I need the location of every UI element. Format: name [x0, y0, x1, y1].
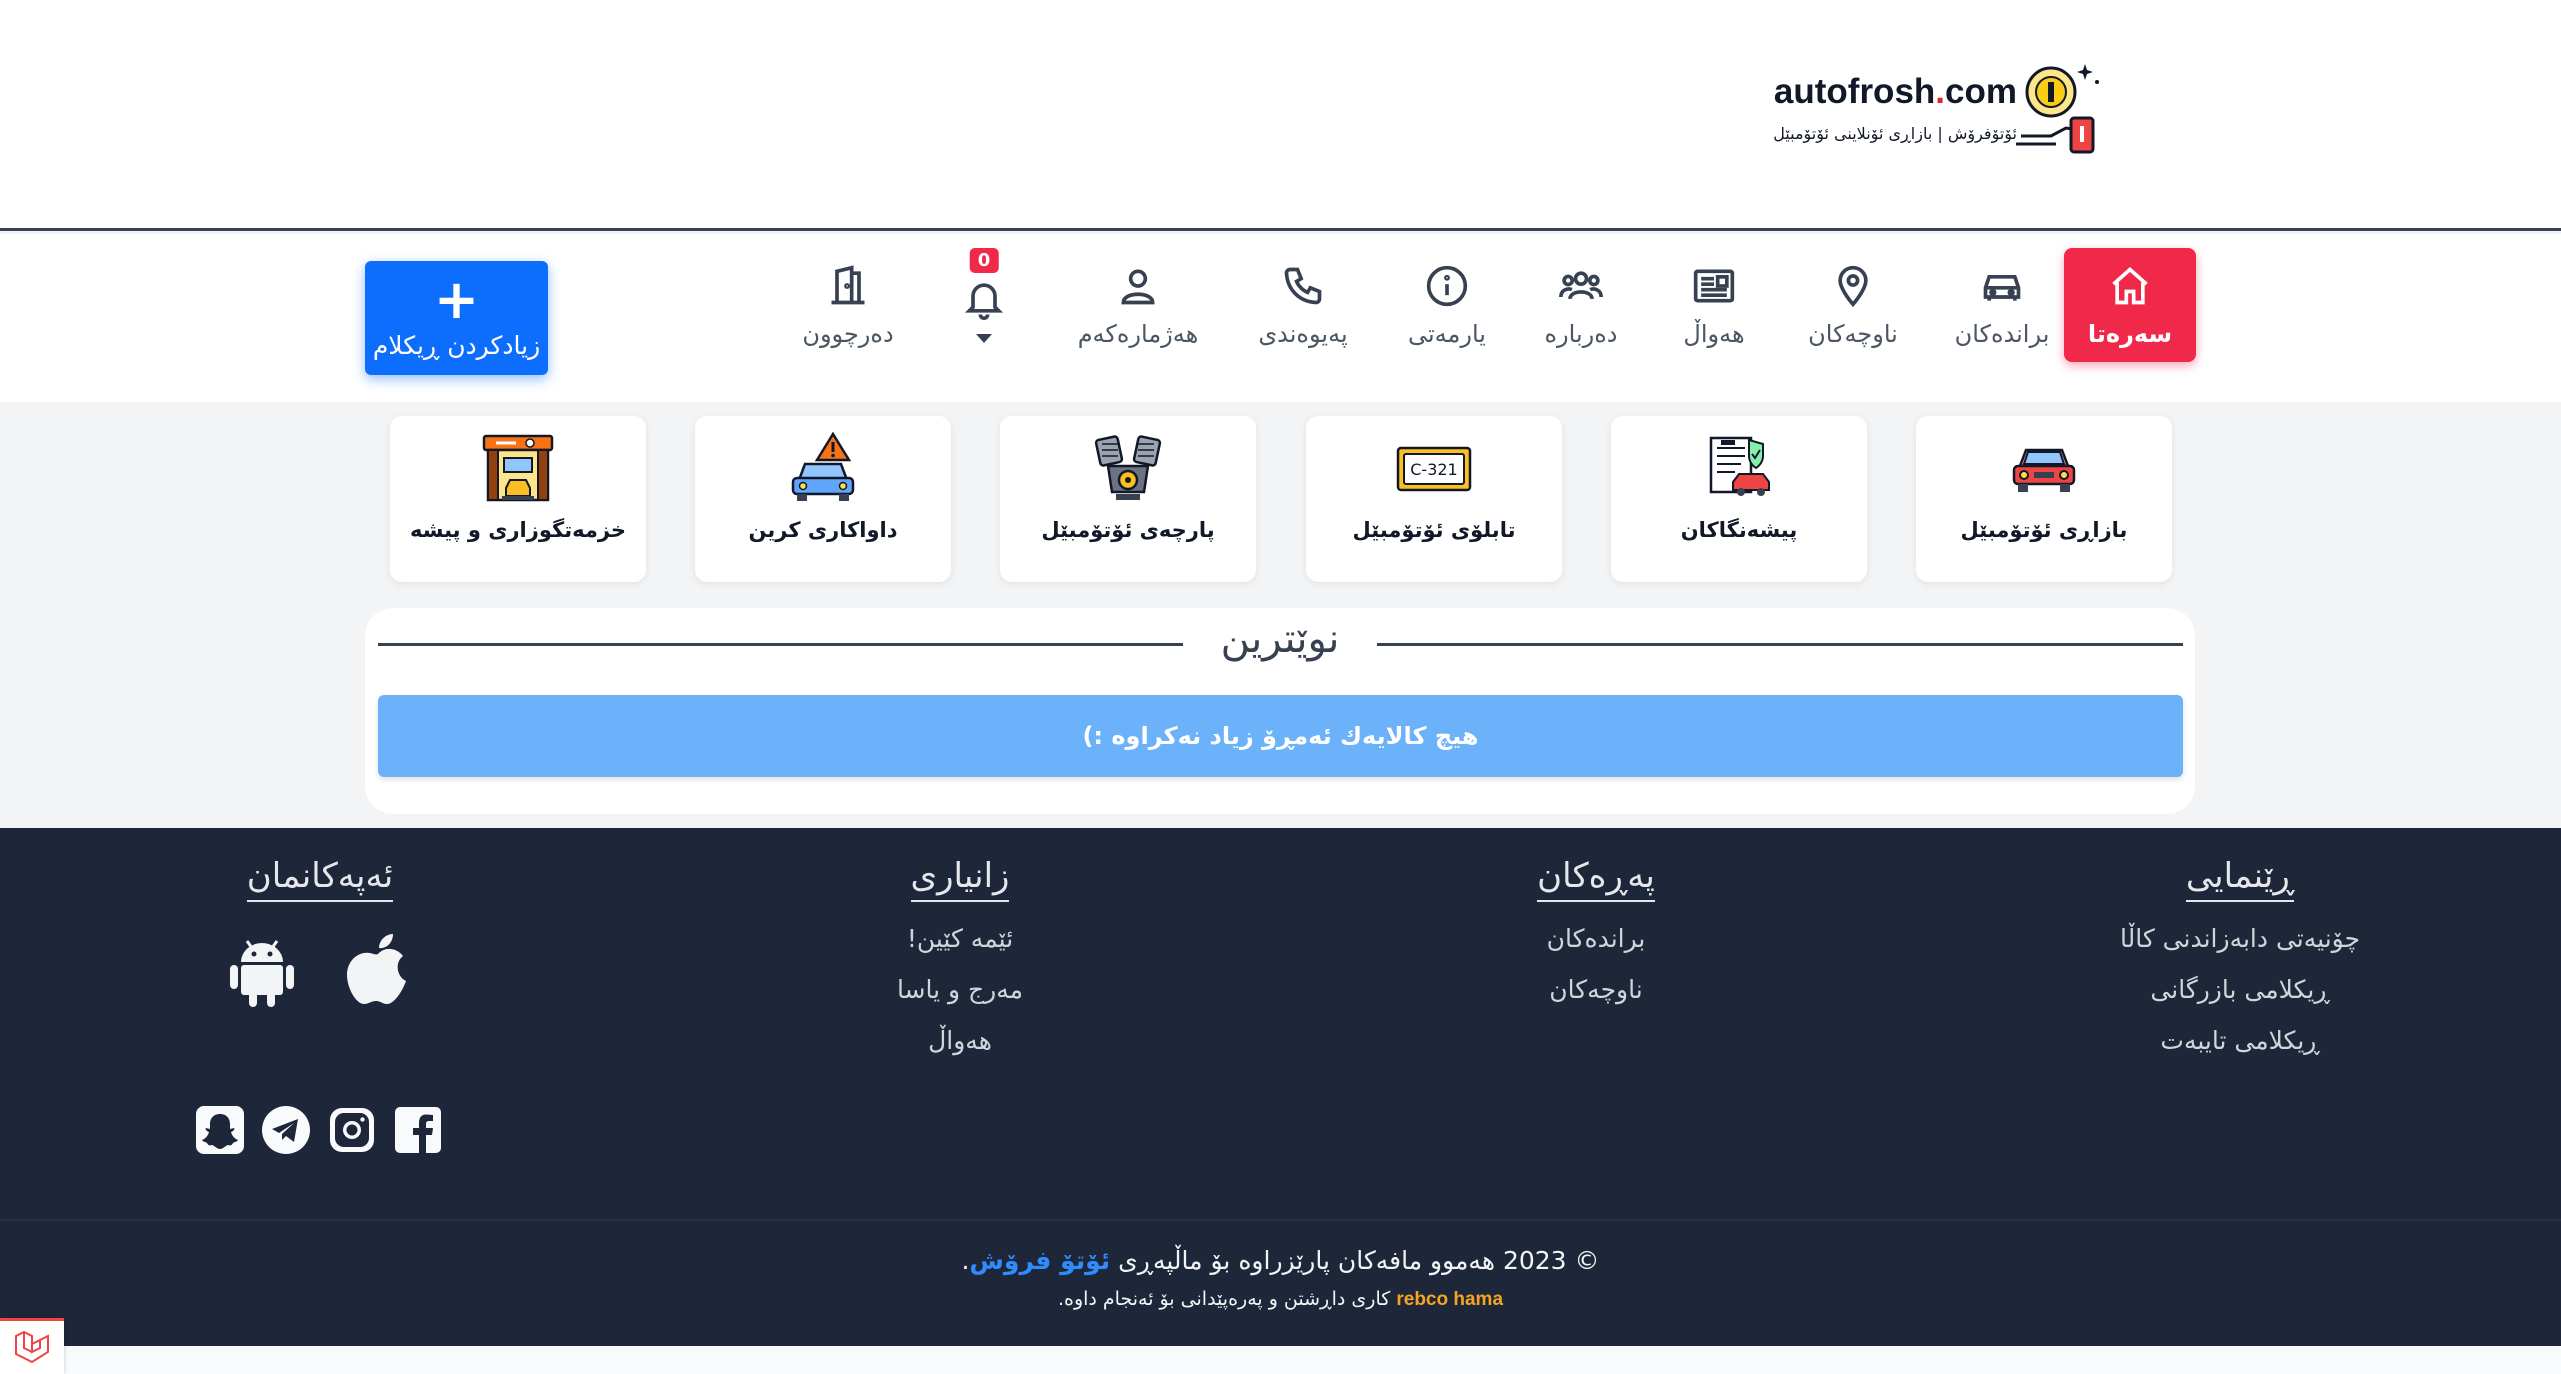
bell-icon — [964, 283, 1004, 320]
logout-door-icon — [831, 265, 865, 305]
debugbar-toggle[interactable] — [0, 1318, 64, 1374]
phone-icon — [1284, 267, 1322, 305]
site-logo[interactable]: autofrosh.com ئۆتۆفرۆش | بازاڕی ئۆنلاینی… — [1745, 58, 2101, 158]
footer-link[interactable]: هەواڵ — [928, 1026, 992, 1055]
main-navbar: سەرەتا براندەکان ناوچەکان هەواڵ دەربارە … — [0, 234, 2561, 402]
footer-apps-heading: ئەپەکانمان — [246, 856, 394, 902]
instagram-icon — [330, 1108, 374, 1152]
nav-item-help[interactable]: یارمەتی — [1402, 248, 1492, 362]
developer-link[interactable]: rebco hama — [1396, 1289, 1503, 1310]
users-group-icon — [1559, 271, 1603, 300]
developer-credit: rebco hama کاری داڕشتن و پەرەپێدانی بۆ ئ… — [1057, 1288, 1504, 1310]
nav-item-logout[interactable]: دەرچوون — [796, 248, 900, 362]
home-icon — [2112, 267, 2148, 305]
footer-link[interactable]: ئێمە کێین! — [907, 924, 1013, 953]
nav-label-contact: پەیوەندی — [1258, 320, 1348, 348]
category-label: پیشەنگاکان — [1680, 518, 1798, 542]
add-ad-label: زیادکردن ڕیکلام — [372, 330, 541, 360]
nav-label-brands: براندەکان — [1954, 320, 2050, 348]
page-bottom-strip — [0, 1346, 2561, 1374]
car-market-icon — [2012, 448, 2076, 492]
footer-guide-heading: ڕێنمایی — [2185, 856, 2295, 902]
footer-link[interactable]: براندەکان — [1547, 924, 1646, 953]
telegram-icon — [262, 1106, 310, 1154]
category-label: بازاڕی ئۆتۆمبێل — [1960, 518, 2128, 542]
telegram-link[interactable] — [260, 1104, 312, 1156]
category-purchase-request[interactable]: داواکاری کرین — [695, 416, 951, 582]
nav-label-help: یارمەتی — [1408, 320, 1486, 348]
nav-item-notifications[interactable]: 0 — [962, 248, 1006, 362]
svg-text:C-321: C-321 — [1410, 460, 1457, 479]
laravel-icon — [15, 1330, 49, 1363]
footer-divider — [0, 1219, 2561, 1221]
site-footer: ڕێنمایی چۆنیەتی دابەزاندنی کاڵا ڕیکلامی … — [0, 828, 2561, 1346]
notification-count-badge: 0 — [969, 248, 999, 273]
nav-item-news[interactable]: هەواڵ — [1672, 248, 1756, 362]
nav-label-account: هەژمارەکەم — [1077, 320, 1199, 348]
category-label: خزمەتگوزاری و پیشە — [409, 518, 627, 542]
nav-label-home: سەرەتا — [2087, 320, 2173, 348]
app-store-links — [227, 932, 413, 1008]
category-label: پارچەی ئۆتۆمبێل — [1041, 518, 1215, 542]
snapchat-link[interactable] — [194, 1104, 246, 1156]
category-services[interactable]: خزمەتگوزاری و پیشە — [390, 416, 646, 582]
category-label: تابلۆی ئۆتۆمبێل — [1352, 518, 1516, 542]
purchase-request-icon — [791, 431, 855, 501]
instagram-link[interactable] — [326, 1104, 378, 1156]
chevron-down-icon — [976, 334, 992, 343]
nav-label-logout: دەرچوون — [802, 320, 894, 348]
newspaper-icon — [1693, 269, 1735, 303]
logo-wordmark: autofrosh.com — [1773, 72, 2017, 111]
plus-icon: + — [433, 267, 480, 331]
category-license-plates[interactable]: C-321 تابلۆی ئۆتۆمبێل — [1306, 416, 1562, 582]
logo-subtitle: ئۆتۆفرۆش | بازاڕی ئۆنلاینی ئۆتۆمبێل — [1773, 124, 2017, 143]
site-header: autofrosh.com ئۆتۆفرۆش | بازاڕی ئۆنلاینی… — [0, 0, 2561, 231]
logo-coin-hand-icon — [2016, 64, 2099, 154]
car-icon — [1983, 275, 2021, 301]
nav-item-brands[interactable]: براندەکان — [1950, 248, 2054, 362]
nav-item-account[interactable]: هەژمارەکەم — [1076, 248, 1200, 362]
footer-apps-column: ئەپەکانمان — [220, 856, 420, 1008]
category-car-market[interactable]: بازاڕی ئۆتۆمبێل — [1916, 416, 2172, 582]
android-icon[interactable] — [227, 932, 297, 1008]
category-label: داواکاری کرین — [748, 518, 898, 542]
nav-item-contact[interactable]: پەیوەندی — [1250, 248, 1356, 362]
nav-label-news: هەواڵ — [1683, 320, 1745, 348]
user-icon — [1121, 269, 1155, 305]
category-showrooms[interactable]: پیشەنگاکان — [1611, 416, 1867, 582]
footer-link[interactable]: چۆنیەتی دابەزاندنی کاڵا — [2120, 924, 2360, 953]
footer-guide-column: ڕێنمایی چۆنیەتی دابەزاندنی کاڵا ڕیکلامی … — [2100, 856, 2380, 1055]
services-icon — [482, 434, 554, 502]
footer-brand-link[interactable]: ئۆتۆ فرۆش — [969, 1246, 1110, 1275]
facebook-icon — [395, 1107, 441, 1154]
footer-link[interactable]: ڕیکلامی تایبەت — [2160, 1026, 2319, 1055]
apple-icon[interactable] — [343, 932, 413, 1008]
footer-info-heading: زانیاری — [910, 856, 1010, 902]
showroom-icon — [1709, 436, 1770, 496]
nav-label-about: دەربارە — [1544, 320, 1618, 348]
footer-pages-column: پەڕەکان براندەکان ناوچەکان — [1496, 856, 1696, 1004]
copyright-text: © 2023 هەموو مافەکان پارێزراوە بۆ ماڵپەڕ… — [961, 1246, 1600, 1275]
map-pin-icon — [1838, 265, 1868, 308]
footer-link[interactable]: مەرج و یاسا — [897, 975, 1023, 1004]
info-circle-icon — [1426, 265, 1468, 307]
license-plate-icon: C-321 — [1396, 446, 1472, 492]
footer-link[interactable]: ڕیکلامی بازرگانی — [2150, 975, 2329, 1004]
category-car-parts[interactable]: پارچەی ئۆتۆمبێل — [1000, 416, 1256, 582]
latest-title: نوێترین — [1220, 616, 1340, 662]
nav-item-about[interactable]: دەربارە — [1538, 248, 1624, 362]
nav-label-regions: ناوچەکان — [1808, 320, 1898, 348]
snapchat-icon — [196, 1106, 244, 1154]
engine-parts-icon — [1094, 435, 1162, 500]
footer-link[interactable]: ناوچەکان — [1549, 975, 1642, 1004]
social-links — [194, 1104, 444, 1156]
facebook-link[interactable] — [392, 1104, 444, 1156]
nav-item-regions[interactable]: ناوچەکان — [1800, 248, 1906, 362]
footer-info-column: زانیاری ئێمە کێین! مەرج و یاسا هەواڵ — [860, 856, 1060, 1055]
footer-pages-heading: پەڕەکان — [1537, 856, 1655, 902]
empty-state-alert: هیچ کالایەك ئەمڕۆ زیاد نەکراوە :) — [378, 695, 2183, 777]
latest-section: نوێترین هیچ کالایەك ئەمڕۆ زیاد نەکراوە :… — [365, 608, 2195, 814]
add-ad-button[interactable]: + زیادکردن ڕیکلام — [365, 261, 548, 375]
nav-item-home[interactable]: سەرەتا — [2064, 248, 2196, 362]
